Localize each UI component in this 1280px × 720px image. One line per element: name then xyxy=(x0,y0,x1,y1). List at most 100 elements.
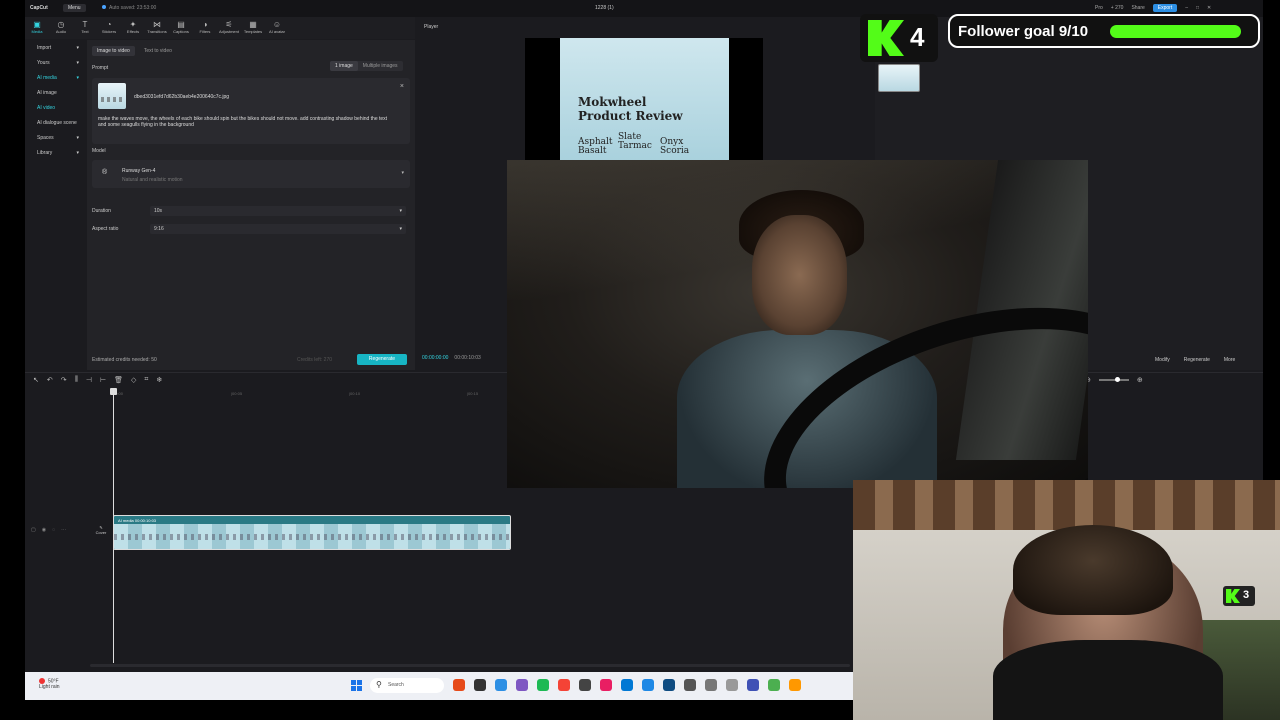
duration-select[interactable]: 10s ▾ xyxy=(150,206,406,216)
regenerate-button[interactable]: Regenerate xyxy=(357,354,407,365)
undo-icon[interactable]: ↶ xyxy=(47,376,53,384)
prompt-input[interactable]: make the waves move, the wheels of each … xyxy=(98,116,388,128)
more-icon[interactable]: ⋯ xyxy=(61,527,66,533)
crop-icon[interactable]: ⌗ xyxy=(144,376,148,384)
video-clip[interactable]: AI media 00:00:10:03 xyxy=(113,515,511,550)
webcam-overlay: 3 xyxy=(853,480,1280,720)
lock-icon[interactable]: ▢ xyxy=(31,527,36,533)
more-button[interactable]: More xyxy=(1224,357,1235,363)
menu-button[interactable]: Menu xyxy=(63,4,86,12)
generated-thumbnail[interactable] xyxy=(878,64,920,92)
close-icon[interactable]: ✕ xyxy=(1207,5,1211,11)
sidebar-item-label: Spaces xyxy=(37,134,54,141)
sidebar-item-label: AI dialogue scene xyxy=(37,119,77,126)
maximize-icon[interactable]: □ xyxy=(1196,5,1199,11)
tool-stickers[interactable]: ◔ Stickers xyxy=(97,17,121,39)
tool-ai-avatar[interactable]: ☺ AI avatar xyxy=(265,17,289,39)
taskbar-app-icon[interactable] xyxy=(789,679,801,691)
redo-icon[interactable]: ↷ xyxy=(61,376,67,384)
minimize-icon[interactable]: – xyxy=(1185,5,1188,11)
taskbar-app-icon[interactable] xyxy=(726,679,738,691)
sidebar-item-import[interactable]: Import ▾ xyxy=(25,40,85,55)
sidebar-item-ai-image[interactable]: AI image xyxy=(25,85,85,100)
zoom-slider[interactable] xyxy=(1098,377,1129,382)
pro-badge[interactable]: Pro xyxy=(1095,5,1103,11)
sidebar-item-library[interactable]: Library ▾ xyxy=(25,145,85,160)
hide-icon[interactable]: ◉ xyxy=(42,527,46,533)
duration-label: Duration xyxy=(92,208,111,214)
select-icon[interactable]: ↖ xyxy=(33,376,39,384)
model-select[interactable]: ® Runway Gen-4 Natural and realistic mot… xyxy=(92,160,410,188)
windows-start-icon[interactable] xyxy=(351,680,362,691)
tab-text-to-video[interactable]: Text to video xyxy=(139,46,177,56)
tool-label: Text xyxy=(81,29,89,34)
taskbar-app-icon[interactable] xyxy=(474,679,486,691)
marker-icon[interactable]: ◇ xyxy=(131,376,136,384)
modify-button[interactable]: Modify xyxy=(1155,357,1170,363)
taskbar-app-icon[interactable] xyxy=(768,679,780,691)
zoom-in-icon[interactable]: ⊕ xyxy=(1137,376,1143,384)
follower-goal-widget: 4 Follower goal 9/10 xyxy=(860,14,1260,62)
tab-multiple-images[interactable]: Multiple images xyxy=(358,61,403,71)
split-right-icon[interactable]: ⊢ xyxy=(100,376,106,384)
sidebar-item-ai-dialogue[interactable]: AI dialogue scene xyxy=(25,115,85,130)
aspect-select[interactable]: 9:16 ▾ xyxy=(150,224,406,234)
tool-adjustment[interactable]: ⚟ Adjustment xyxy=(217,17,241,39)
tab-one-image[interactable]: 1 image xyxy=(330,61,358,71)
tool-effects[interactable]: ✦ Effects xyxy=(121,17,145,39)
taskbar-app-icon[interactable] xyxy=(453,679,465,691)
tool-transitions[interactable]: ⋈ Transitions xyxy=(145,17,169,39)
sidebar-item-ai-video[interactable]: AI video xyxy=(25,100,85,115)
sidebar-item-spaces[interactable]: Spaces ▾ xyxy=(25,130,85,145)
sidebar-item-label: AI media xyxy=(37,74,57,81)
split-icon[interactable]: ⫼ xyxy=(75,376,78,384)
clip-label: AI media 00:00:10:03 xyxy=(118,518,157,523)
tool-captions[interactable]: ▤ Captions xyxy=(169,17,193,39)
tool-media[interactable]: ▣ Media xyxy=(25,17,49,39)
chevron-down-icon: ▾ xyxy=(76,149,79,156)
taskbar-app-icon[interactable] xyxy=(558,679,570,691)
weather-widget[interactable]: 50°F Light rain xyxy=(39,678,60,690)
prompt-label: Prompt xyxy=(92,65,109,71)
dashcam-video-overlay xyxy=(507,160,1088,488)
source-image-thumbnail[interactable] xyxy=(98,83,126,109)
delete-icon[interactable]: 🗑 xyxy=(114,376,123,384)
prompt-box[interactable]: dbed3031efd7d62b30aeb4e200640c7c.jpg × m… xyxy=(92,78,410,144)
tool-text[interactable]: T Text xyxy=(73,17,97,39)
export-button[interactable]: Export xyxy=(1152,4,1178,12)
chevron-down-icon: ▾ xyxy=(401,170,404,176)
taskbar-app-icon[interactable] xyxy=(621,679,633,691)
tab-image-to-video[interactable]: Image to video xyxy=(92,46,135,56)
sidebar-item-yours[interactable]: Yours ▾ xyxy=(25,55,85,70)
close-icon[interactable]: × xyxy=(400,83,404,90)
taskbar-app-icon[interactable] xyxy=(495,679,507,691)
share-button[interactable]: Share xyxy=(1131,5,1144,11)
taskbar-app-icon[interactable] xyxy=(684,679,696,691)
taskbar-app-icon[interactable] xyxy=(663,679,675,691)
tool-audio[interactable]: ◷ Audio xyxy=(49,17,73,39)
video-preview[interactable]: Mokwheel Product Review Asphalt Basalt Sla… xyxy=(525,38,763,161)
taskbar-app-icon[interactable] xyxy=(642,679,654,691)
taskbar-search[interactable]: Search xyxy=(370,678,444,693)
cover-button[interactable]: ✎ Cover xyxy=(93,525,109,543)
timeline-scrollbar[interactable] xyxy=(90,664,850,667)
aspect-value: 9:16 xyxy=(154,226,164,232)
mute-icon[interactable]: ◌ xyxy=(52,527,55,533)
tool-templates[interactable]: ▦ Templates xyxy=(241,17,265,39)
sidebar-item-label: AI image xyxy=(37,89,57,96)
taskbar-app-icon[interactable] xyxy=(579,679,591,691)
split-left-icon[interactable]: ⊣ xyxy=(86,376,92,384)
taskbar-app-icon[interactable] xyxy=(747,679,759,691)
poster-word: Basalt xyxy=(578,146,607,156)
taskbar-app-icon[interactable] xyxy=(705,679,717,691)
regenerate-link[interactable]: Regenerate xyxy=(1184,357,1210,363)
kick-logo-icon xyxy=(868,20,904,56)
credits-badge[interactable]: + 270 xyxy=(1111,5,1124,11)
taskbar-app-icon[interactable] xyxy=(537,679,549,691)
taskbar-app-icon[interactable] xyxy=(600,679,612,691)
poster-title-line: Product Review xyxy=(578,109,683,123)
taskbar-app-icon[interactable] xyxy=(516,679,528,691)
freeze-icon[interactable]: ❄ xyxy=(156,376,162,384)
tool-filters[interactable]: ◑ Filters xyxy=(193,17,217,39)
sidebar-item-ai-media[interactable]: AI media ▾ xyxy=(25,70,85,85)
